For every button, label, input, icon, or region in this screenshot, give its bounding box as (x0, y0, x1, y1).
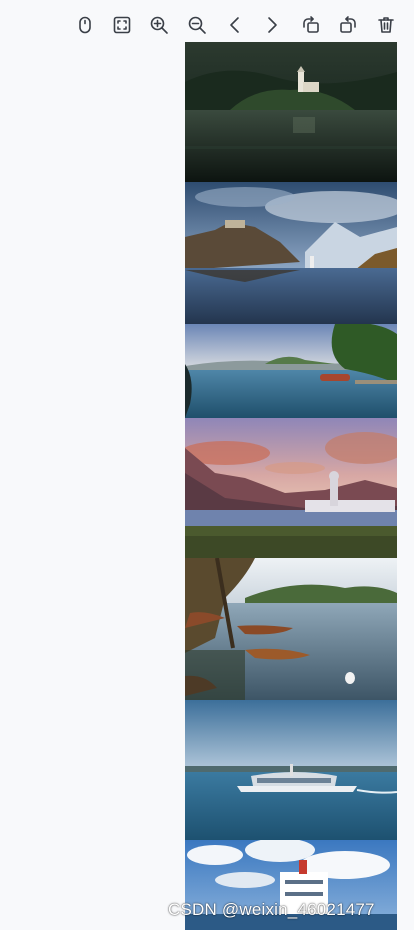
next-button[interactable] (257, 10, 287, 40)
photo-ferry-blue-lake[interactable] (185, 700, 397, 840)
mouse-icon (79, 16, 91, 34)
fullscreen-button[interactable] (107, 10, 137, 40)
rotate-left-icon (303, 16, 319, 33)
zoom-out-button[interactable] (182, 10, 212, 40)
chevron-left-icon (230, 17, 239, 33)
mouse-mode-button[interactable] (70, 10, 100, 40)
watermark: CSDN @weixin_46021477 (168, 900, 375, 919)
rotate-left-button[interactable] (296, 10, 326, 40)
photo-lakeshore-boats[interactable] (185, 324, 397, 418)
zoom-in-button[interactable] (144, 10, 174, 40)
trash-icon (378, 17, 394, 33)
photo-island-church[interactable] (185, 42, 397, 182)
rotate-right-icon (340, 16, 356, 33)
image-strip[interactable] (185, 42, 397, 930)
chevron-right-icon (268, 17, 277, 33)
photo-rowing-boats-swan[interactable] (185, 558, 397, 700)
photo-castle-lake[interactable] (185, 182, 397, 324)
zoom-out-icon (188, 16, 206, 34)
photo-pier-sunset[interactable] (185, 418, 397, 558)
zoom-in-icon (150, 16, 168, 34)
fullscreen-icon (113, 16, 131, 34)
delete-button[interactable] (371, 10, 401, 40)
previous-button[interactable] (220, 10, 250, 40)
rotate-right-button[interactable] (333, 10, 363, 40)
